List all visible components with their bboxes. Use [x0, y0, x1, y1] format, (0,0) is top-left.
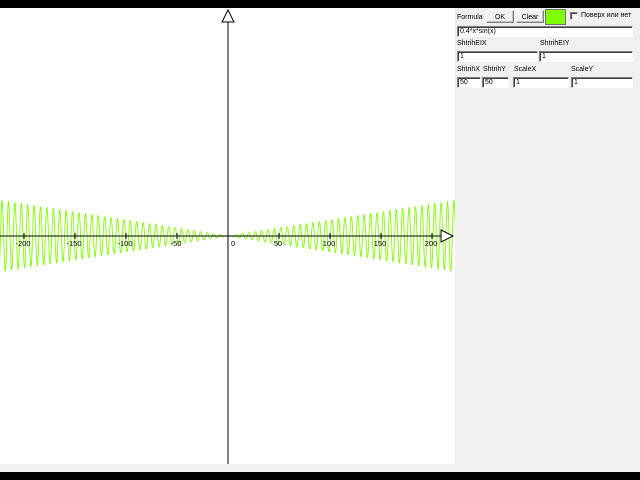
scale-x-label: ScaleX: [514, 66, 537, 73]
shtrih-ely-input[interactable]: [539, 51, 633, 62]
y-axis-arrow-icon: [221, 8, 235, 23]
on-top-checkbox[interactable]: [570, 12, 578, 20]
formula-label: Formula: [457, 14, 483, 21]
scale-y-label: ScaleY: [571, 66, 594, 73]
on-top-label: Поверх или нет: [581, 12, 632, 19]
scale-y-input[interactable]: [571, 77, 633, 88]
shtrih-y-label: ShtrihY: [483, 66, 506, 73]
x-tick-label: 150: [374, 239, 387, 248]
control-panel: Formula OK Clear Поверх или нет ShtrihEI…: [455, 8, 640, 464]
shtrih-elx-input[interactable]: [457, 51, 538, 62]
shtrih-x-label: ShtrihX: [457, 66, 480, 73]
function-plot: -350-300-250-200-150-100-500501001502002…: [0, 8, 455, 464]
shtrih-elx-label: ShtrihEIX: [457, 40, 487, 47]
shtrih-y-input[interactable]: [482, 77, 509, 88]
color-picker-button[interactable]: [545, 9, 566, 25]
scale-x-input[interactable]: [513, 77, 569, 88]
shtrih-x-input[interactable]: [457, 77, 481, 88]
x-tick-label: -150: [66, 239, 81, 248]
app-window: -350-300-250-200-150-100-500501001502002…: [0, 8, 640, 472]
x-tick-label: -200: [15, 239, 30, 248]
shtrih-ely-label: ShtrihEIY: [540, 40, 570, 47]
ok-button[interactable]: OK: [486, 10, 514, 23]
x-tick-label: 50: [274, 239, 282, 248]
clear-button[interactable]: Clear: [516, 10, 544, 23]
x-tick-label: 0: [231, 239, 235, 248]
x-axis-arrow-icon: [440, 229, 455, 243]
plot-canvas[interactable]: -350-300-250-200-150-100-500501001502002…: [0, 8, 455, 464]
x-tick-label: -100: [117, 239, 132, 248]
x-tick-label: -50: [171, 239, 182, 248]
x-tick-label: 200: [425, 239, 438, 248]
formula-input[interactable]: [457, 26, 633, 37]
x-tick-label: 100: [323, 239, 336, 248]
